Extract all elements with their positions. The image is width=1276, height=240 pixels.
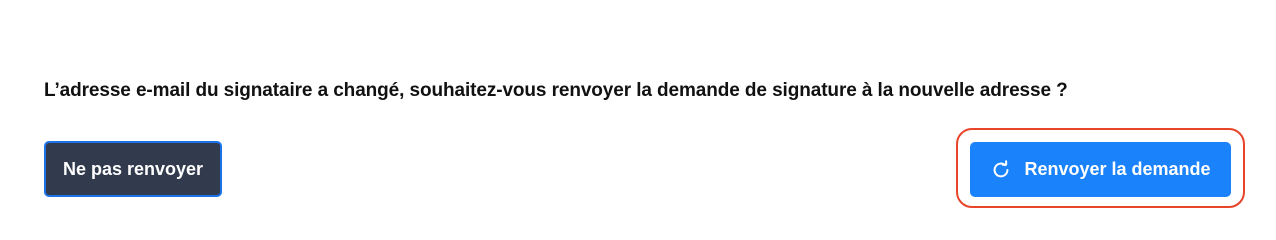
do-not-resend-label: Ne pas renvoyer: [62, 158, 204, 179]
dialog-question: L’adresse e-mail du signataire a changé,…: [44, 80, 1068, 101]
resend-request-button[interactable]: Renvoyer la demande: [970, 142, 1231, 197]
do-not-resend-button[interactable]: Ne pas renvoyer: [44, 141, 222, 197]
resend-request-label: Renvoyer la demande: [1024, 159, 1211, 179]
refresh-icon: [990, 159, 1012, 181]
